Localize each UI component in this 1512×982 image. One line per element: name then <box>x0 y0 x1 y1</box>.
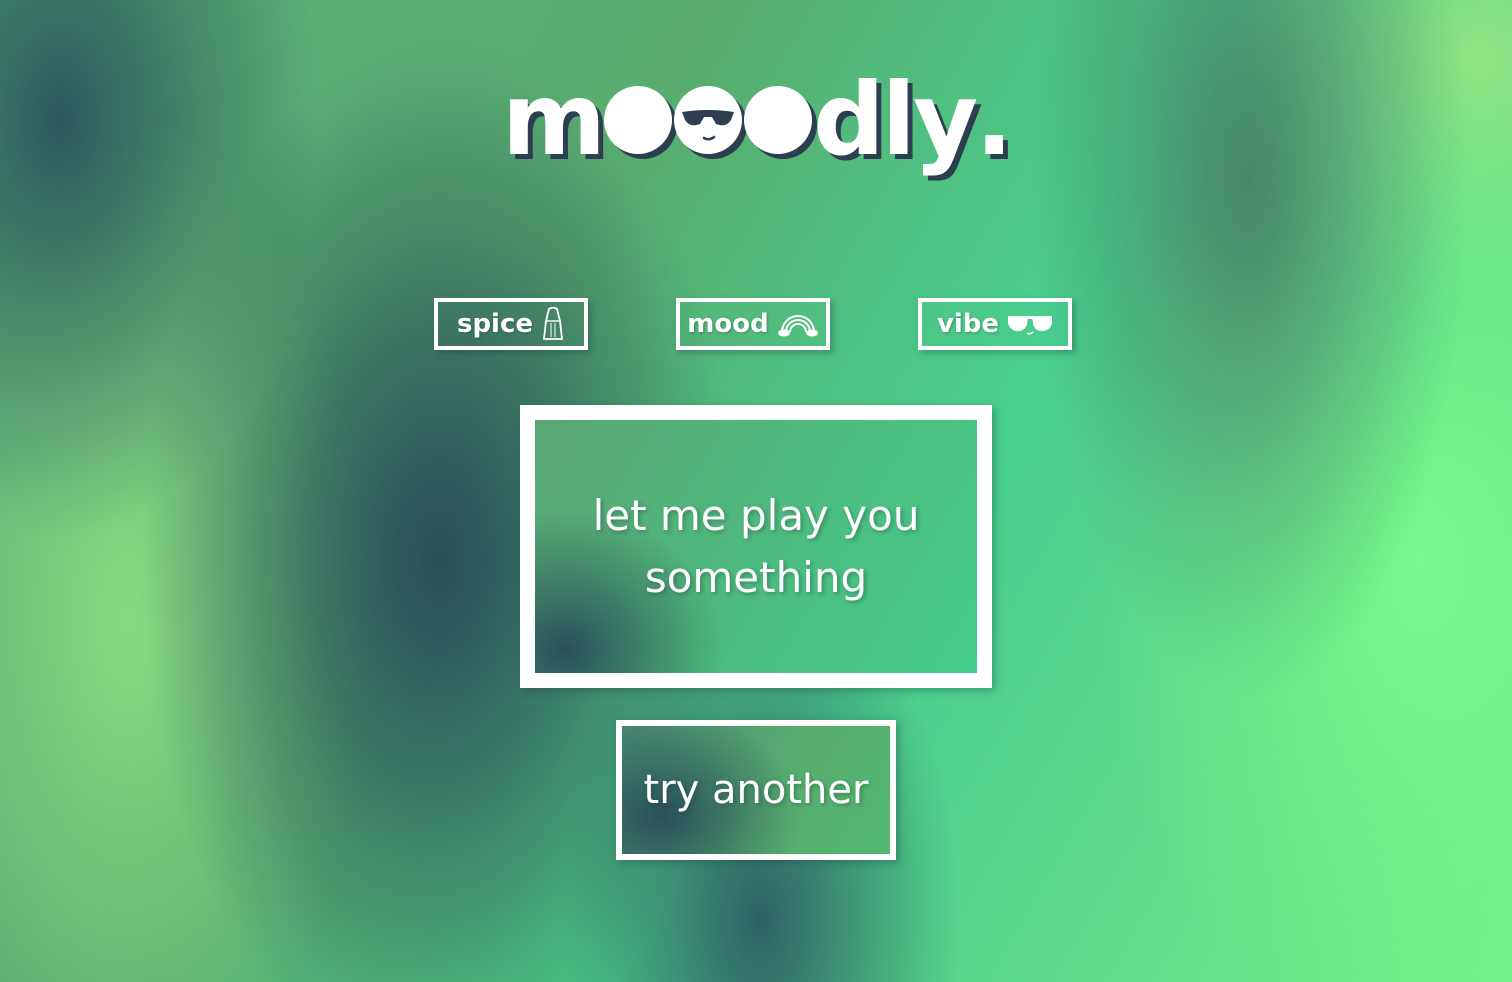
logo-prefix: m <box>501 61 606 178</box>
logo-o-disc <box>604 86 673 154</box>
sunglasses-icon <box>1007 312 1053 336</box>
salt-shaker-icon <box>541 307 565 341</box>
logo-suffix: dly <box>813 61 978 178</box>
app-logo: m dly. <box>0 70 1512 170</box>
option-vibe-button[interactable]: vibe <box>918 298 1072 350</box>
logo-dot: . <box>975 61 1013 178</box>
option-label: spice <box>456 309 534 339</box>
option-spice-button[interactable]: spice <box>434 298 588 350</box>
now-playing-card: let me play you something <box>520 405 992 688</box>
rainbow-icon <box>777 310 819 338</box>
option-mood-button[interactable]: mood <box>676 298 830 350</box>
option-label: vibe <box>936 309 1000 339</box>
sunglasses-face-icon <box>674 86 743 154</box>
try-another-button[interactable]: try another <box>616 720 896 860</box>
logo-o-disc-2 <box>744 86 813 154</box>
option-label: mood <box>687 309 769 339</box>
now-playing-text: let me play you something <box>592 490 920 602</box>
